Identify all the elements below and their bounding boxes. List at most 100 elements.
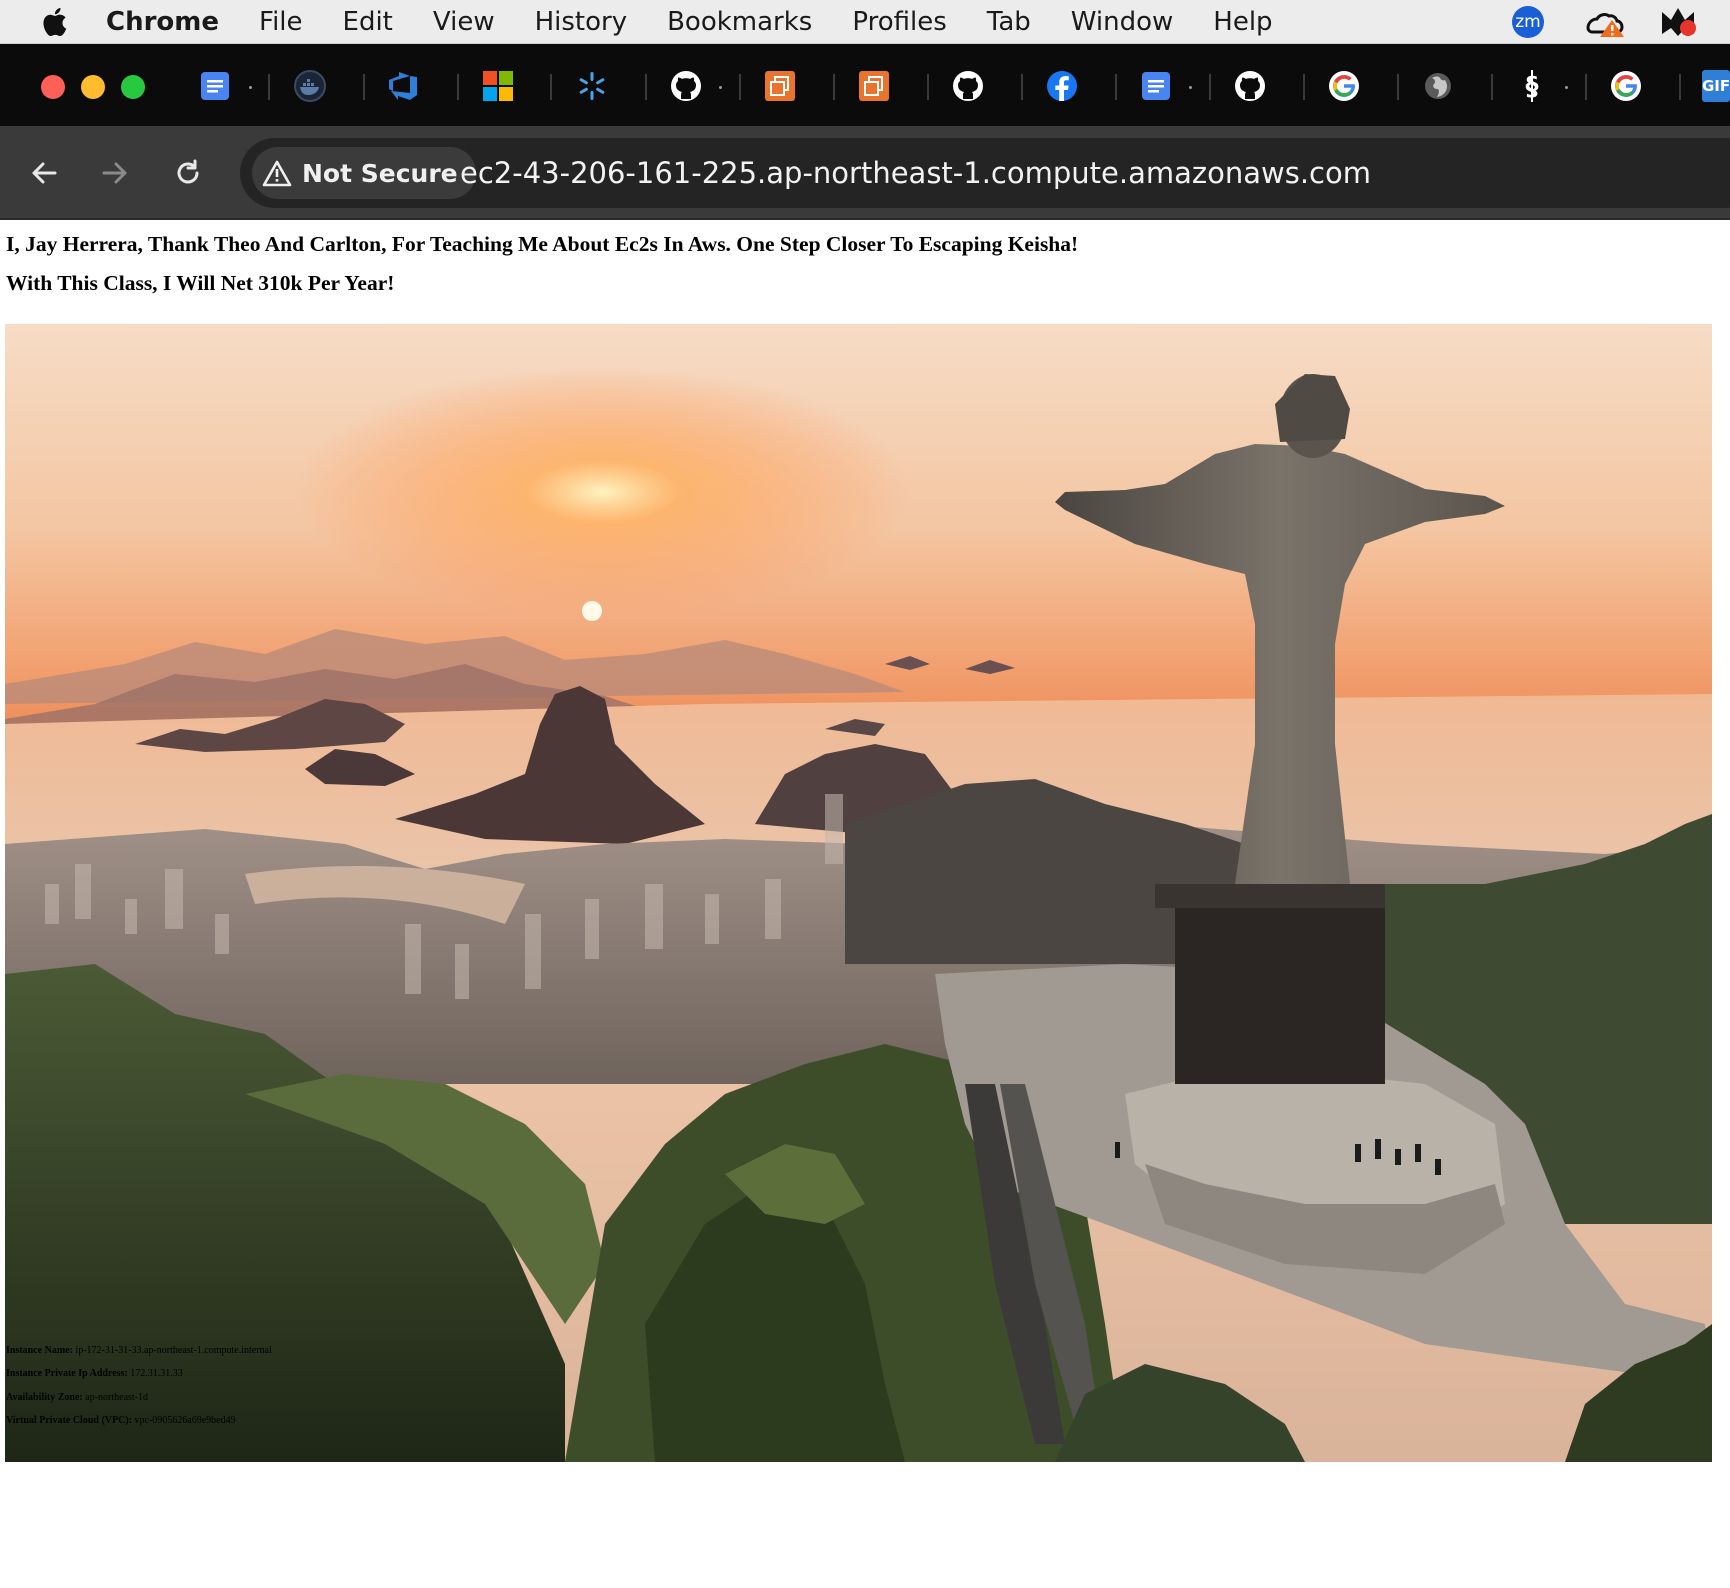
web-page-content: I, Jay Herrera, Thank Theo And Carlton, … — [0, 220, 1730, 1588]
menu-file[interactable]: File — [259, 0, 303, 44]
tab-github[interactable] — [668, 68, 704, 104]
tab-gif-site[interactable]: GIF — [1702, 68, 1730, 104]
section-sign-icon: § — [1526, 70, 1539, 102]
instance-ip-label: Instance Private Ip Address: — [6, 1368, 128, 1379]
vpc-label: Virtual Private Cloud (VPC): — [6, 1415, 132, 1426]
tab-separator — [1303, 74, 1305, 100]
google-docs-icon — [201, 72, 229, 100]
menu-view[interactable]: View — [433, 0, 495, 44]
tab-separator-dot — [1565, 86, 1568, 89]
microsoft-icon — [483, 71, 513, 101]
window-minimize-button[interactable] — [81, 75, 105, 99]
google-docs-icon — [1142, 72, 1170, 100]
window-zoom-button[interactable] — [121, 75, 145, 99]
warning-triangle-icon — [262, 160, 292, 187]
facebook-icon — [1047, 71, 1077, 101]
tab-generic-site[interactable] — [1420, 68, 1456, 104]
tab-separator — [1021, 74, 1023, 100]
availability-zone-value: ap-northeast-1d — [85, 1392, 149, 1403]
address-bar[interactable]: Not Secure ec2-43-206-161-225.ap-northea… — [240, 138, 1730, 208]
tab-google-docs[interactable] — [1138, 68, 1174, 104]
tab-aws-console[interactable] — [856, 68, 892, 104]
tab-separator — [363, 74, 365, 100]
tab-separator — [550, 74, 552, 100]
window-close-button[interactable] — [41, 75, 65, 99]
site-security-chip[interactable]: Not Secure — [252, 147, 476, 199]
azure-devops-icon — [389, 72, 417, 100]
forward-arrow-icon — [102, 162, 127, 184]
tab-google-docs[interactable] — [197, 68, 233, 104]
url-text[interactable]: ec2-43-206-161-225.ap-northeast-1.comput… — [460, 138, 1371, 208]
menu-profiles[interactable]: Profiles — [852, 0, 946, 44]
instance-name-line: Instance Name: ip-172-31-31-33.ap-northe… — [6, 1345, 272, 1356]
gif-icon: GIF — [1702, 70, 1730, 102]
page-heading-salary: With This Class, I Will Net 310k Per Yea… — [6, 271, 395, 295]
back-arrow-icon — [32, 162, 57, 184]
tab-separator — [1209, 74, 1211, 100]
tab-separator — [1397, 74, 1399, 100]
reload-icon — [177, 159, 199, 184]
aws-icon — [859, 71, 889, 101]
tab-aws-console[interactable] — [762, 68, 798, 104]
menu-bookmarks[interactable]: Bookmarks — [667, 0, 812, 44]
browser-tab-strip: § GIF — [0, 44, 1730, 126]
menu-edit[interactable]: Edit — [343, 0, 393, 44]
tab-microsoft[interactable] — [480, 68, 516, 104]
menu-tab[interactable]: Tab — [987, 0, 1031, 44]
availability-zone-line: Availability Zone: ap-northeast-1d — [6, 1392, 148, 1403]
tab-separator — [927, 74, 929, 100]
vpc-value: vpc-0905626a69e9bed49 — [134, 1415, 236, 1426]
menu-history[interactable]: History — [535, 0, 628, 44]
google-icon — [1329, 71, 1359, 101]
tab-separator — [739, 74, 741, 100]
apple-logo-icon[interactable] — [36, 0, 76, 44]
creative-cloud-warning-icon[interactable] — [1582, 6, 1626, 38]
tab-google[interactable] — [1608, 68, 1644, 104]
instance-name-value: ip-172-31-31-33.ap-northeast-1.compute.i… — [75, 1345, 272, 1356]
tab-docker[interactable] — [292, 68, 328, 104]
tab-separator — [457, 74, 459, 100]
tab-separator — [1679, 74, 1681, 100]
tab-separator — [1585, 74, 1587, 100]
github-icon — [1235, 71, 1265, 101]
vpc-line: Virtual Private Cloud (VPC): vpc-0905626… — [6, 1415, 236, 1426]
tab-separator-dot — [1189, 86, 1192, 89]
tab-separator — [268, 74, 270, 100]
availability-zone-label: Availability Zone: — [6, 1392, 83, 1403]
zoom-app-icon[interactable]: zm — [1512, 6, 1544, 38]
forward-button[interactable] — [95, 153, 135, 193]
tab-separator-dot — [249, 86, 252, 89]
walmart-spark-icon — [579, 72, 605, 100]
docker-icon — [294, 70, 326, 102]
tab-separator — [1115, 74, 1117, 100]
globe-icon — [1425, 73, 1451, 99]
menu-window[interactable]: Window — [1071, 0, 1174, 44]
tab-walmart[interactable] — [574, 68, 610, 104]
menu-app-name[interactable]: Chrome — [106, 0, 219, 44]
github-icon — [953, 71, 983, 101]
menu-help[interactable]: Help — [1213, 0, 1272, 44]
instance-name-label: Instance Name: — [6, 1345, 73, 1356]
back-button[interactable] — [24, 153, 64, 193]
tab-google[interactable] — [1326, 68, 1362, 104]
macos-menu-bar: Chrome File Edit View History Bookmarks … — [0, 0, 1730, 44]
tab-separator-dot — [719, 86, 722, 89]
instance-ip-value: 172.31.31.33 — [130, 1368, 183, 1379]
not-secure-label: Not Secure — [302, 158, 458, 188]
tab-separator — [645, 74, 647, 100]
reload-button[interactable] — [168, 153, 208, 193]
tab-separator — [1491, 74, 1493, 100]
page-heading-thanks: I, Jay Herrera, Thank Theo And Carlton, … — [6, 232, 1079, 256]
tab-separator — [833, 74, 835, 100]
malwarebytes-icon[interactable] — [1656, 6, 1700, 38]
tab-azure-devops[interactable] — [386, 68, 422, 104]
tab-github[interactable] — [1232, 68, 1268, 104]
tab-github[interactable] — [950, 68, 986, 104]
tab-facebook[interactable] — [1044, 68, 1080, 104]
browser-toolbar: Not Secure ec2-43-206-161-225.ap-northea… — [0, 126, 1730, 220]
instance-ip-line: Instance Private Ip Address: 172.31.31.3… — [6, 1368, 183, 1379]
google-icon — [1611, 71, 1641, 101]
tab-section-site[interactable]: § — [1514, 68, 1550, 104]
christ-the-redeemer-photo — [5, 324, 1712, 1462]
github-icon — [671, 71, 701, 101]
